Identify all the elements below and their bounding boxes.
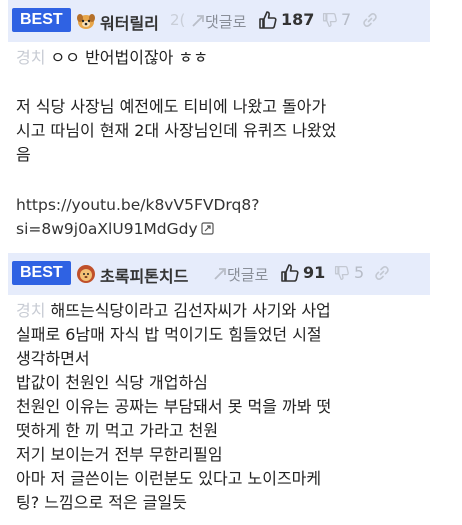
comment-line: 생각하면서 [16, 349, 90, 368]
comment-line: 음 [16, 145, 31, 164]
best-badge: BEST [12, 8, 71, 32]
link-icon[interactable] [362, 12, 378, 28]
link-icon[interactable] [374, 265, 390, 281]
thumbs-down-icon[interactable] [322, 12, 338, 28]
nickname[interactable]: 초록피톤치드 [100, 263, 188, 287]
avatar-dog-icon [77, 14, 95, 29]
comment-line: 떳하게 한 끼 먹고 가라고 천원 [16, 421, 219, 440]
reply-arrow-icon [214, 268, 226, 280]
comment-line: 저 식당 사장님 예전에도 티비에 나왔고 돌아가 [16, 97, 327, 116]
date-text: 2( [170, 11, 186, 29]
youtube-link[interactable]: https://youtu.be/k8vV5FVDrq8? si=8w9j0aX… [16, 193, 426, 241]
comment-line: 경치 해뜨는식당이라고 김선자씨가 사기와 사업 [16, 301, 331, 320]
comment-line: 밥값이 천원인 식당 개업하심 [16, 373, 208, 392]
downvote-count: 5 [354, 263, 365, 282]
best-badge: BEST [12, 261, 71, 285]
comment-header: BEST 초록피톤치드 댓글로 91 5 [8, 253, 430, 295]
upvote-count: 187 [281, 10, 315, 29]
avatar-lion-icon [77, 265, 95, 283]
url-line[interactable]: https://youtu.be/k8vV5FVDrq8? [16, 193, 426, 217]
downvote-count: 7 [341, 10, 352, 29]
nickname[interactable]: 워터릴리 [100, 10, 159, 34]
comment-list: BEST 워터릴리 2( 댓글로 187 7 경치 ㅇㅇ 반어법이잖아 ㅎㅎ 저… [0, 0, 430, 525]
comment-body: 경치 해뜨는식당이라고 김선자씨가 사기와 사업 실패로 6남매 자식 밥 먹이… [16, 299, 426, 515]
comment-body: 경치 ㅇㅇ 반어법이잖아 ㅎㅎ [16, 46, 426, 70]
upvote-count: 91 [303, 263, 326, 282]
comment-paragraph: 저 식당 사장님 예전에도 티비에 나왔고 돌아가 시고 따님이 현재 2대 사… [16, 95, 426, 167]
comment-line: 시고 따님이 현재 2대 사장님인데 유퀴즈 나왔었 [16, 121, 337, 140]
comment-line: 실패로 6남매 자식 밥 먹이기도 힘들었던 시절 [16, 325, 322, 344]
comment-line: 천원인 이유는 공짜는 부담돼서 못 먹을 까봐 떳 [16, 397, 332, 416]
reply-arrow-icon [192, 15, 204, 27]
thumbs-down-icon[interactable] [334, 265, 350, 281]
external-link-icon[interactable] [201, 222, 214, 235]
comment-header: BEST 워터릴리 2( 댓글로 187 7 [8, 0, 430, 42]
thumbs-up-icon[interactable] [258, 10, 278, 30]
url-line[interactable]: si=8w9j0aXlU91MdGdy [16, 217, 426, 241]
comment-line: 경치 ㅇㅇ 반어법이잖아 ㅎㅎ [16, 46, 426, 70]
comment-line: 아마 저 글쓴이는 이런분도 있다고 노이즈마케 [16, 469, 322, 488]
comment-line: 저기 보이는거 전부 무한리필임 [16, 445, 223, 464]
thumbs-up-icon[interactable] [280, 263, 300, 283]
sub-tag: 경치 [16, 48, 46, 67]
comment-line: 팅? 느낌으로 적은 글일듯 [16, 493, 187, 512]
reply-link[interactable]: 댓글로 [227, 264, 268, 285]
sub-tag: 경치 [16, 301, 46, 320]
comment-first-line: ㅇㅇ 반어법이잖아 ㅎㅎ [50, 48, 208, 67]
reply-link[interactable]: 댓글로 [205, 11, 246, 32]
